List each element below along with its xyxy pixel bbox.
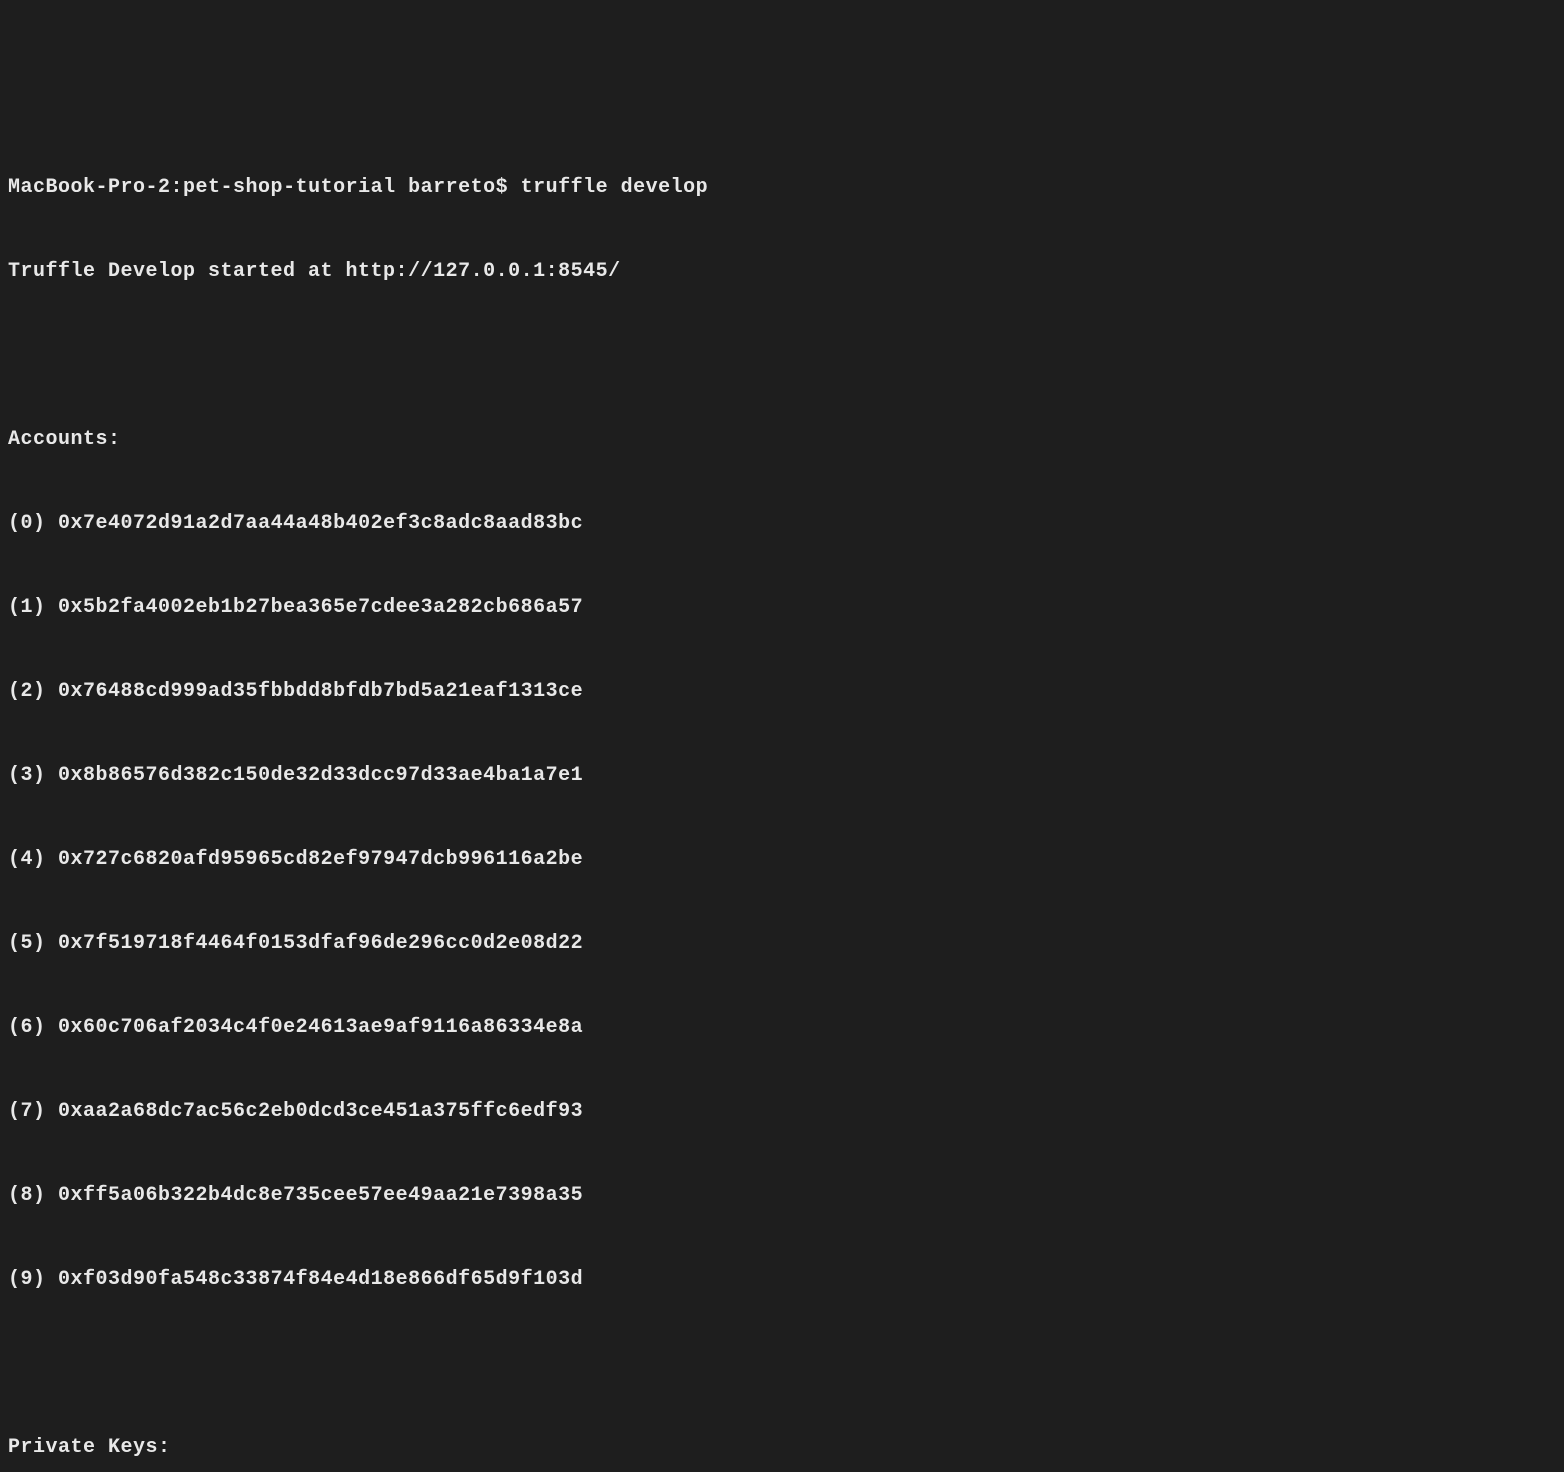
account-address: 0xaa2a68dc7ac56c2eb0dcd3ce451a375ffc6edf… [58, 1100, 583, 1123]
command-text: truffle develop [521, 176, 709, 199]
account-row: (4) 0x727c6820afd95965cd82ef97947dcb9961… [8, 846, 1564, 874]
account-row: (1) 0x5b2fa4002eb1b27bea365e7cdee3a282cb… [8, 594, 1564, 622]
account-idx: (5) [8, 932, 46, 955]
account-row: (6) 0x60c706af2034c4f0e24613ae9af9116a86… [8, 1014, 1564, 1042]
account-address: 0xf03d90fa548c33874f84e4d18e866df65d9f10… [58, 1268, 583, 1291]
cwd: pet-shop-tutorial [183, 176, 396, 199]
account-address: 0x76488cd999ad35fbbdd8bfdb7bd5a21eaf1313… [58, 680, 583, 703]
account-row: (8) 0xff5a06b322b4dc8e735cee57ee49aa21e7… [8, 1182, 1564, 1210]
account-idx: (9) [8, 1268, 46, 1291]
prompt-line: MacBook-Pro-2:pet-shop-tutorial barreto$… [8, 174, 1564, 202]
account-row: (7) 0xaa2a68dc7ac56c2eb0dcd3ce451a375ffc… [8, 1098, 1564, 1126]
account-address: 0x7e4072d91a2d7aa44a48b402ef3c8adc8aad83… [58, 512, 583, 535]
account-row: (9) 0xf03d90fa548c33874f84e4d18e866df65d… [8, 1266, 1564, 1294]
prompt-symbol: $ [496, 176, 509, 199]
account-row: (3) 0x8b86576d382c150de32d33dcc97d33ae4b… [8, 762, 1564, 790]
account-row: (2) 0x76488cd999ad35fbbdd8bfdb7bd5a21eaf… [8, 678, 1564, 706]
hostname: MacBook-Pro-2 [8, 176, 171, 199]
account-address: 0x7f519718f4464f0153dfaf96de296cc0d2e08d… [58, 932, 583, 955]
terminal-output[interactable]: MacBook-Pro-2:pet-shop-tutorial barreto$… [8, 118, 1564, 854]
account-idx: (0) [8, 512, 46, 535]
account-idx: (6) [8, 1016, 46, 1039]
account-idx: (1) [8, 596, 46, 619]
account-row: (5) 0x7f519718f4464f0153dfaf96de296cc0d2… [8, 930, 1564, 958]
startup-line: Truffle Develop started at http://127.0.… [8, 258, 1564, 286]
account-address: 0x5b2fa4002eb1b27bea365e7cdee3a282cb686a… [58, 596, 583, 619]
private-keys-header: Private Keys: [8, 1434, 1564, 1462]
account-address: 0x60c706af2034c4f0e24613ae9af9116a86334e… [58, 1016, 583, 1039]
account-idx: (8) [8, 1184, 46, 1207]
account-idx: (7) [8, 1100, 46, 1123]
account-idx: (2) [8, 680, 46, 703]
account-idx: (3) [8, 764, 46, 787]
account-address: 0x8b86576d382c150de32d33dcc97d33ae4ba1a7… [58, 764, 583, 787]
user: barreto [408, 176, 496, 199]
accounts-header: Accounts: [8, 426, 1564, 454]
account-row: (0) 0x7e4072d91a2d7aa44a48b402ef3c8adc8a… [8, 510, 1564, 538]
blank-line [8, 342, 1564, 370]
account-address: 0x727c6820afd95965cd82ef97947dcb996116a2… [58, 848, 583, 871]
account-address: 0xff5a06b322b4dc8e735cee57ee49aa21e7398a… [58, 1184, 583, 1207]
account-idx: (4) [8, 848, 46, 871]
blank-line [8, 1350, 1564, 1378]
